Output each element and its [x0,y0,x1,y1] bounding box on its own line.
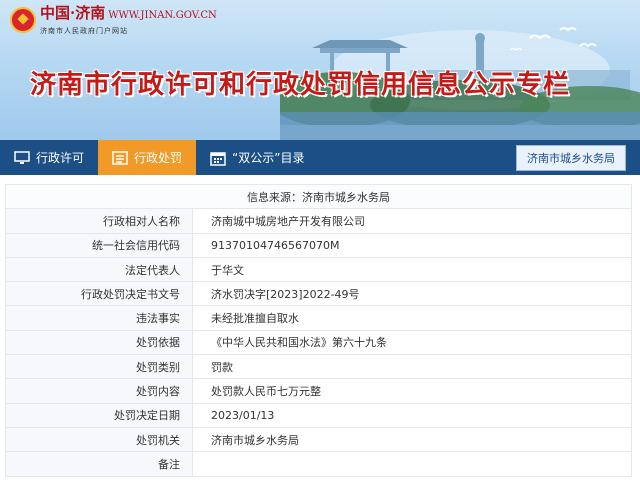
calendar-icon [210,151,226,166]
penalty-record: 信息来源：济南市城乡水务局 行政相对人名称 济南城中城房地产开发有限公司 统一社会… [5,183,632,477]
row-label: 行政相对人名称 [5,208,193,234]
tab-administrative-license[interactable]: 行政许可 [0,140,98,175]
tab-label: “双公示”目录 [232,151,305,165]
main-nav: 行政许可 行政处罚 “双公示”目录 济南市城乡水务局 [0,140,640,175]
row-label: 处罚决定日期 [5,402,193,428]
banner-title: 济南市行政许可和行政处罚信用信息公示专栏 [30,70,571,100]
row-value: 济南城中城房地产开发有限公司 [192,208,632,234]
tab-label: 行政许可 [36,151,85,165]
row-label: 备注 [5,451,193,477]
table-row: 处罚内容 处罚款人民币七万元整 [5,378,632,404]
table-row: 处罚机关 济南市城乡水务局 [5,426,632,453]
monitor-icon [14,150,30,164]
table-row: 行政相对人名称 济南城中城房地产开发有限公司 [5,208,632,234]
table-row: 行政处罚决定书文号 济水罚决字[2023]2022-49号 [5,281,632,307]
logo-subtitle: 济南市人民政府门户网站 [40,27,128,35]
row-value: 济水罚决字[2023]2022-49号 [192,281,632,307]
row-value: 于华文 [192,256,632,283]
table-row: 法定代表人 于华文 [5,256,632,283]
row-value: 济南市城乡水务局 [192,426,632,453]
row-label: 法定代表人 [5,256,193,283]
table-row: 处罚类别 罚款 [5,354,632,380]
table-row: 备注 [5,451,632,477]
row-label: 违法事实 [5,305,193,331]
tab-administrative-penalty[interactable]: 行政处罚 [98,140,197,175]
row-value: 《中华人民共和国水法》第六十九条 [192,329,632,356]
row-value: 91370104746567070M [192,232,632,258]
row-value [192,451,632,477]
source-row: 信息来源：济南市城乡水务局 [5,183,632,210]
department-selector[interactable]: 济南市城乡水务局 [516,144,626,171]
table-row: 统一社会信用代码 91370104746567070M [5,232,632,258]
national-emblem-icon [10,7,36,33]
row-label: 统一社会信用代码 [5,232,193,258]
tab-label: 行政处罚 [134,151,183,165]
row-label: 处罚类别 [5,354,193,380]
table-row: 处罚依据 《中华人民共和国水法》第六十九条 [5,329,632,356]
list-icon [112,150,128,165]
row-value: 罚款 [192,354,632,380]
info-source: 信息来源：济南市城乡水务局 [5,183,632,210]
penalty-detail-table: 信息来源：济南市城乡水务局 行政相对人名称 济南城中城房地产开发有限公司 统一社会… [5,183,632,477]
row-value: 处罚款人民币七万元整 [192,378,632,404]
row-label: 处罚机关 [5,426,193,453]
row-label: 行政处罚决定书文号 [5,281,193,307]
row-label: 处罚内容 [5,378,193,404]
table-row: 处罚决定日期 2023/01/13 [5,402,632,428]
logo-domain: WWW.JINAN.GOV.CN [108,10,217,21]
row-label: 处罚依据 [5,329,193,356]
header-banner: 中国·济南 WWW.JINAN.GOV.CN 济南市人民政府门户网站 济南市行政许… [0,0,640,140]
tab-double-publicity-catalog[interactable]: “双公示”目录 [196,140,318,175]
row-value: 2023/01/13 [192,402,632,428]
table-row: 违法事实 未经批准擅自取水 [5,305,632,331]
site-logo[interactable]: 中国·济南 WWW.JINAN.GOV.CN 济南市人民政府门户网站 [10,4,217,36]
logo-main-text: 中国·济南 [40,4,106,22]
row-value: 未经批准擅自取水 [192,305,632,331]
